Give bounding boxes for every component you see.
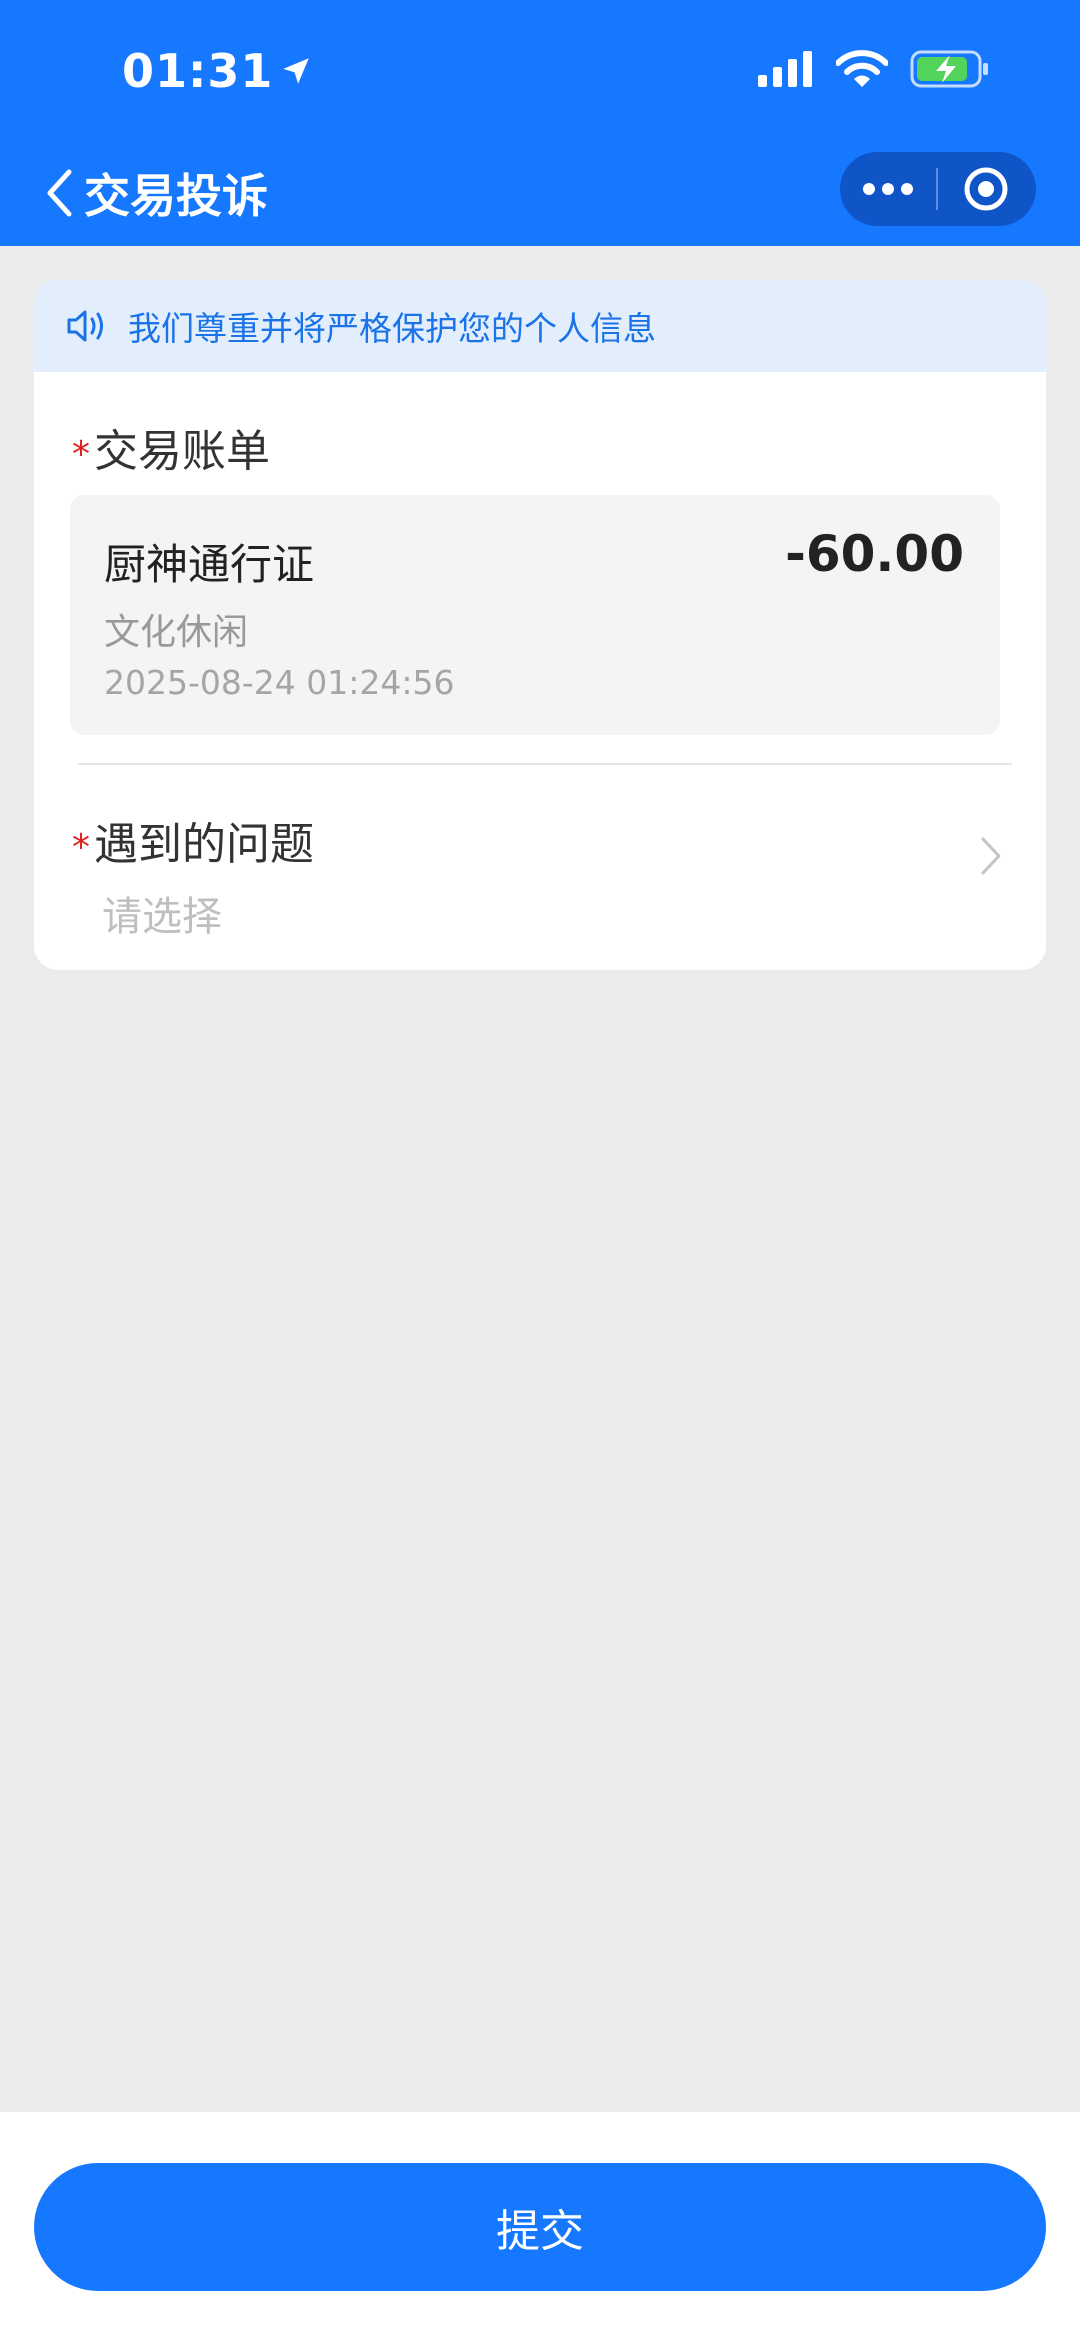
bill-amount: -60.00 (785, 525, 964, 583)
more-button[interactable] (840, 152, 936, 226)
complaint-form-card: 我们尊重并将严格保护您的个人信息 * 交易账单 厨神通行证 -60.00 文化休… (34, 280, 1046, 970)
bottom-action-bar: 提交 (0, 2112, 1080, 2341)
submit-button[interactable]: 提交 (34, 2163, 1046, 2291)
bill-datetime: 2025-08-24 01:24:56 (104, 663, 455, 702)
problem-section-title-text: 遇到的问题 (94, 819, 314, 870)
status-time-text: 01:31 (122, 44, 274, 98)
bill-name: 厨神通行证 (104, 540, 315, 589)
location-arrow-icon (283, 58, 310, 84)
bill-category: 文化休闲 (104, 612, 249, 653)
page-title: 交易投诉 (84, 169, 268, 223)
speaker-icon (67, 310, 103, 342)
battery-charging-icon (910, 50, 988, 88)
chevron-right-icon (981, 837, 1001, 875)
required-mark: * (72, 434, 90, 475)
wifi-icon (836, 50, 888, 87)
section-divider (78, 763, 1012, 765)
bill-section-title: * 交易账单 (72, 415, 270, 479)
problem-selector[interactable]: * 遇到的问题 请选择 (34, 766, 1046, 970)
close-miniprogram-button[interactable] (938, 152, 1034, 226)
more-dots-icon (863, 183, 913, 195)
back-button[interactable]: 交易投诉 (44, 160, 268, 226)
transaction-bill-item: 厨神通行证 -60.00 文化休闲 2025-08-24 01:24:56 (70, 495, 1000, 735)
chevron-left-icon (47, 169, 72, 217)
privacy-notice-banner: 我们尊重并将严格保护您的个人信息 (34, 280, 1046, 372)
required-mark: * (72, 827, 90, 868)
privacy-notice-text: 我们尊重并将严格保护您的个人信息 (128, 309, 656, 348)
status-time: 01:31 (122, 44, 313, 98)
app-header: 01:31 交易投诉 (0, 0, 1080, 246)
mini-program-capsule (840, 152, 1036, 226)
target-circle-icon (964, 167, 1008, 211)
bill-section-title-text: 交易账单 (94, 426, 270, 477)
problem-section-title: * 遇到的问题 (72, 808, 314, 872)
status-indicators (758, 50, 990, 88)
problem-placeholder: 请选择 (102, 894, 222, 940)
cellular-signal-icon (758, 51, 812, 87)
